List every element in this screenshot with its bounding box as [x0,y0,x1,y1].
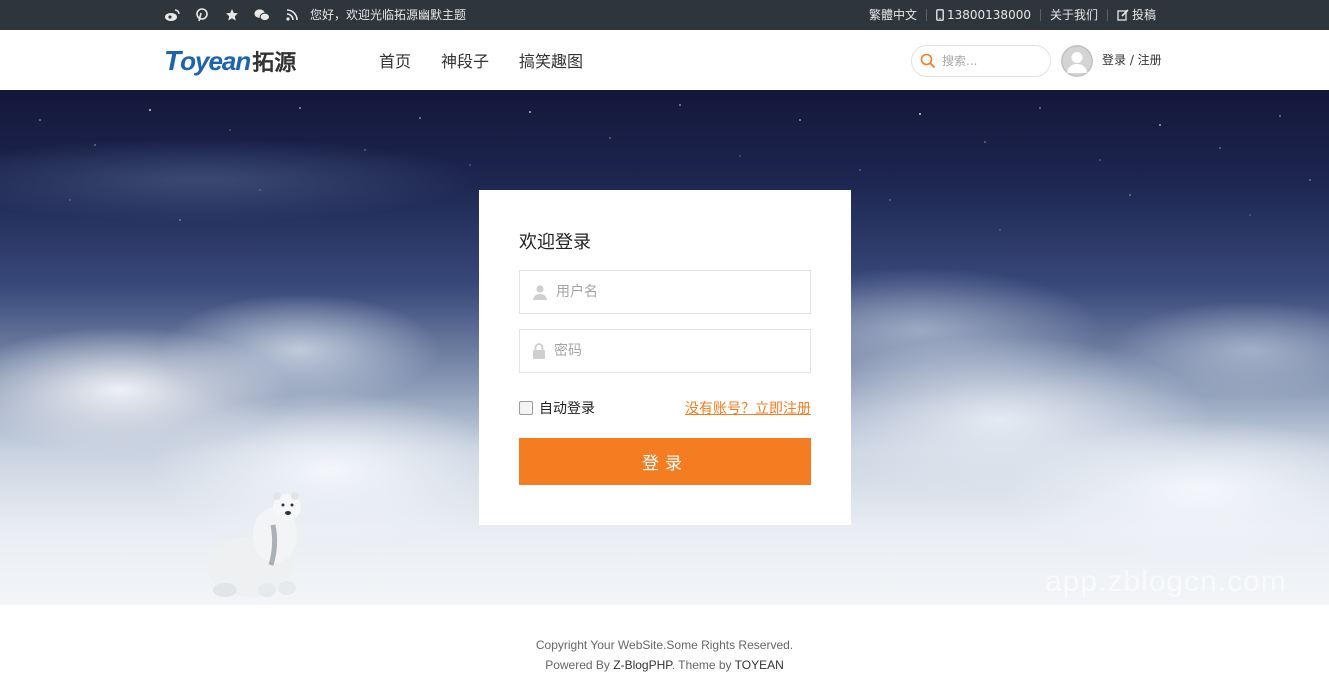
main-nav: 首页 神段子 搞笑趣图 [379,30,583,90]
about-label: 关于我们 [1049,8,1098,22]
rss-icon[interactable] [284,7,300,23]
avatar[interactable] [1061,45,1093,77]
username-field [519,270,811,314]
toyean-theme-link[interactable]: TOYEAN [735,658,784,672]
nav-item-jokes[interactable]: 神段子 [441,48,489,72]
password-field [519,329,811,373]
submit-post-label: 投稿 [1131,8,1156,22]
password-input[interactable] [554,343,794,359]
nav-item-funny-pictures[interactable]: 搞笑趣图 [519,48,583,72]
logo-wordmark: oyean [180,46,251,76]
login-button[interactable]: 登录 [519,438,811,485]
zblogphp-link[interactable]: Z-BlogPHP [613,658,671,672]
phone-link[interactable]: 13800138000 [925,8,1040,22]
polar-bear-illustration [208,492,301,597]
powered-by-prefix: Powered By [545,658,614,672]
language-switch-link[interactable]: 繁體中文 [860,9,926,21]
lock-icon [533,343,545,359]
copyright-text: Copyright Your WebSite.Some Rights Reser… [535,638,794,652]
logo-chinese: 拓源 [252,50,297,75]
welcome-text: 您好，欢迎光临拓源幽默主题 [310,8,467,22]
search-input[interactable] [942,54,1042,68]
remember-me-option[interactable]: 自动登录 [519,398,595,418]
edit-icon [1117,9,1129,21]
login-card: 欢迎登录 自动登录 没有账号？立即注册 登录 [479,190,851,525]
search-box [911,45,1051,77]
login-register-link[interactable]: 登录 / 注册 [1102,30,1162,90]
mobile-phone-icon [936,9,944,21]
user-avatar-icon [1061,45,1093,77]
search-icon[interactable] [920,53,936,69]
login-title: 欢迎登录 [519,232,591,253]
phone-number: 13800138000 [946,8,1031,22]
top-bar: 您好，欢迎光临拓源幽默主题 繁體中文 13800138000 关于我们 投稿 [0,0,1329,30]
logo-letter-t: T [164,45,181,76]
site-footer: Copyright Your WebSite.Some Rights Reser… [0,605,1329,700]
watermark-text: app.zblogcn.com [1045,565,1287,598]
powered-by-line: Powered By Z-BlogPHP. Theme by TOYEAN [0,658,1329,672]
weibo-icon[interactable] [164,7,180,23]
about-link[interactable]: 关于我们 [1039,8,1107,22]
site-header: Toyean拓源 首页 神段子 搞笑趣图 登录 / 注册 [0,30,1329,90]
remember-me-label: 自动登录 [539,401,595,417]
site-logo[interactable]: Toyean 拓源 [164,45,297,76]
user-icon [533,285,547,300]
register-link[interactable]: 没有账号？立即注册 [685,398,811,418]
pinterest-icon[interactable] [194,7,210,23]
language-switch-label: 繁體中文 [868,8,917,22]
username-input[interactable] [556,284,796,300]
submit-post-link[interactable]: 投稿 [1106,8,1156,22]
social-icons [164,0,300,30]
top-links: 繁體中文 13800138000 关于我们 投稿 [860,0,1156,30]
remember-me-checkbox[interactable] [519,401,533,415]
star-icon[interactable] [224,7,240,23]
nav-item-home[interactable]: 首页 [379,48,411,72]
theme-by-prefix: . Theme by [671,658,735,672]
wechat-icon[interactable] [254,7,270,23]
